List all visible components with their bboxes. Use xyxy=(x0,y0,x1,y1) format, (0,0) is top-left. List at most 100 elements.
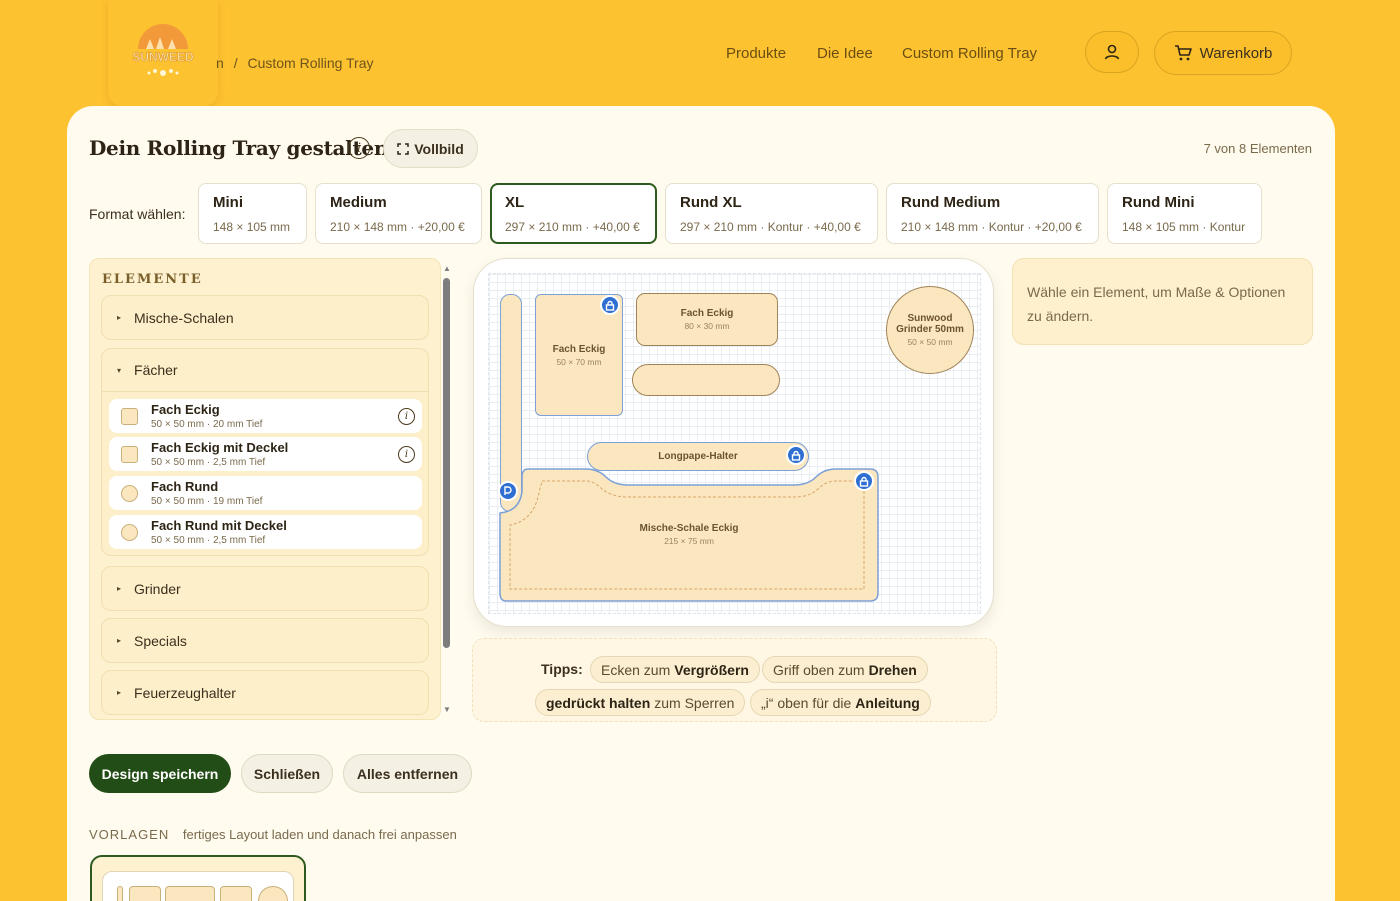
remove-all-button[interactable]: Alles entfernen xyxy=(343,754,472,793)
element-name: Fach Eckig xyxy=(151,402,220,417)
round-shape-icon xyxy=(121,524,138,541)
sunweed-logo[interactable]: SUNWEED xyxy=(108,0,218,106)
tips-label: Tipps: xyxy=(541,661,583,677)
element-label: Longpape-Halter xyxy=(658,451,738,462)
fullscreen-button[interactable]: Vollbild xyxy=(383,129,478,168)
chevron-down-icon: ▾ xyxy=(117,365,122,375)
element-name: Fach Rund mit Deckel xyxy=(151,518,287,533)
tip-lock: gedrückt halten zum Sperren xyxy=(535,689,746,716)
element-detail: 50 × 50 mm · 20 mm Tief xyxy=(151,419,263,430)
info-icon[interactable]: i xyxy=(398,446,415,463)
cart-button[interactable]: Warenkorb xyxy=(1154,31,1292,75)
tip-text: „i“ oben für die xyxy=(761,694,852,711)
template-card[interactable] xyxy=(90,855,306,901)
fullscreen-icon xyxy=(397,142,409,155)
format-detail: 210 × 148 mm · Kontur · +20,00 € xyxy=(901,220,1082,234)
canvas-element-bar[interactable] xyxy=(632,364,780,396)
chevron-right-icon: ▸ xyxy=(117,313,122,322)
save-design-button[interactable]: Design speichern xyxy=(89,754,231,793)
lock-icon[interactable] xyxy=(786,445,806,465)
logo-graphic: SUNWEED xyxy=(132,24,194,76)
close-button[interactable]: Schließen xyxy=(241,754,333,793)
group-label: Fächer xyxy=(134,362,178,378)
template-shape xyxy=(220,886,252,901)
element-detail: 50 × 50 mm · 2,5 mm Tief xyxy=(151,457,266,468)
scroll-down-icon[interactable]: ▼ xyxy=(443,705,451,714)
element-item-fach-eckig[interactable]: Fach Eckig 50 × 50 mm · 20 mm Tief i xyxy=(109,399,422,433)
breadcrumb-separator: / xyxy=(233,55,238,71)
nav-custom-rolling-tray[interactable]: Custom Rolling Tray xyxy=(902,45,1037,62)
lock-icon[interactable] xyxy=(854,471,874,491)
format-option-rund-medium[interactable]: Rund Medium 210 × 148 mm · Kontur · +20,… xyxy=(886,183,1099,244)
lock-icon[interactable] xyxy=(600,295,620,315)
tip-text: Ecken zum xyxy=(601,661,671,678)
format-detail: 297 × 210 mm · Kontur · +40,00 € xyxy=(680,220,861,234)
group-mische-schalen[interactable]: ▸ Mische-Schalen xyxy=(101,295,429,340)
breadcrumb-prev[interactable]: n xyxy=(216,55,224,71)
tray-canvas[interactable]: Fach Eckig 50 × 70 mm Fach Eckig 80 × 30… xyxy=(473,258,994,627)
format-name: XL xyxy=(505,194,525,211)
element-dimensions: 50 × 70 mm xyxy=(556,356,602,367)
round-shape-icon xyxy=(121,485,138,502)
scroll-up-icon[interactable]: ▲ xyxy=(443,264,451,273)
templates-description: fertiges Layout laden und danach frei an… xyxy=(182,827,457,842)
canvas-element-fach-eckig-80x30[interactable]: Fach Eckig 80 × 30 mm xyxy=(636,293,778,346)
format-detail: 148 × 105 mm xyxy=(213,220,291,234)
template-shape xyxy=(258,886,288,901)
format-option-rund-xl[interactable]: Rund XL 297 × 210 mm · Kontur · +40,00 € xyxy=(665,183,878,244)
nav-die-idee[interactable]: Die Idee xyxy=(817,45,873,62)
mische-schale-text: Mische-Schale Eckig 215 × 75 mm xyxy=(614,523,764,546)
info-icon[interactable]: i xyxy=(398,408,415,425)
template-shape xyxy=(117,886,123,901)
element-label: Fach Eckig xyxy=(680,308,734,319)
nav-produkte[interactable]: Produkte xyxy=(726,45,786,62)
template-shape xyxy=(165,886,215,901)
tips-box: Tipps: Ecken zum Vergrößern Griff oben zu… xyxy=(472,638,997,722)
cart-icon xyxy=(1174,45,1192,61)
chevron-right-icon: ▸ xyxy=(117,636,122,645)
element-item-fach-eckig-mit-deckel[interactable]: Fach Eckig mit Deckel 50 × 50 mm · 2,5 m… xyxy=(109,437,422,471)
group-grinder[interactable]: ▸ Grinder xyxy=(101,566,429,611)
element-name: Fach Rund xyxy=(151,479,219,494)
group-label: Grinder xyxy=(134,580,181,597)
format-detail: 297 × 210 mm · +40,00 € xyxy=(505,220,640,234)
elements-panel-title: ELEMENTE xyxy=(102,272,203,287)
elements-panel: ELEMENTE ▸ Mische-Schalen ▾ Fächer Fach Ec… xyxy=(89,258,441,720)
group-feuerzeughalter[interactable]: ▸ Feuerzeughalter xyxy=(101,670,429,715)
element-name: Fach Eckig mit Deckel xyxy=(151,440,289,455)
chevron-right-icon: ▸ xyxy=(117,584,122,593)
cart-label: Warenkorb xyxy=(1199,44,1273,62)
element-label: Mische-Schale Eckig xyxy=(639,523,739,534)
group-faecher: ▾ Fächer Fach Eckig 50 × 50 mm · 20 mm Ti… xyxy=(101,348,429,556)
format-detail: 148 × 105 mm · Kontur xyxy=(1122,220,1246,234)
tip-bold: Drehen xyxy=(868,661,917,678)
element-detail: 50 × 50 mm · 19 mm Tief xyxy=(151,496,263,507)
tip-text: Griff oben zum xyxy=(773,661,865,678)
group-faecher-toggle[interactable]: ▾ Fächer xyxy=(102,349,428,392)
canvas-element-grinder[interactable]: Sunwood Grinder 50mm 50 × 50 mm xyxy=(886,286,974,374)
element-dimensions: 50 × 50 mm xyxy=(907,337,953,347)
selection-hint: Wähle ein Element, um Maße & Optionen zu… xyxy=(1012,258,1313,345)
template-shape xyxy=(129,886,161,901)
tip-resize: Ecken zum Vergrößern xyxy=(590,656,760,683)
element-item-fach-rund[interactable]: Fach Rund 50 × 50 mm · 19 mm Tief xyxy=(109,476,422,510)
breadcrumb: n / Custom Rolling Tray xyxy=(216,55,380,71)
format-label: Format wählen: xyxy=(89,206,186,222)
format-option-mini[interactable]: Mini 148 × 105 mm xyxy=(198,183,307,244)
element-item-fach-rund-mit-deckel[interactable]: Fach Rund mit Deckel 50 × 50 mm · 2,5 mm… xyxy=(109,515,422,549)
element-dimensions: 215 × 75 mm xyxy=(664,536,714,546)
format-option-xl[interactable]: XL 297 × 210 mm · +40,00 € xyxy=(490,183,657,244)
group-specials[interactable]: ▸ Specials xyxy=(101,618,429,663)
square-shape-icon xyxy=(121,446,138,463)
tip-guide: „i“ oben für die Anleitung xyxy=(750,689,931,716)
account-button[interactable] xyxy=(1085,31,1139,73)
format-name: Rund Medium xyxy=(901,194,1001,211)
element-label: Fach Eckig xyxy=(552,343,606,355)
info-icon[interactable]: i xyxy=(348,137,370,159)
format-option-medium[interactable]: Medium 210 × 148 mm · +20,00 € xyxy=(315,183,482,244)
tip-bold: gedrückt halten xyxy=(546,694,651,711)
format-option-rund-mini[interactable]: Rund Mini 148 × 105 mm · Kontur xyxy=(1107,183,1262,244)
user-icon xyxy=(1104,44,1120,60)
group-label: Feuerzeughalter xyxy=(134,684,236,701)
scrollbar-thumb[interactable] xyxy=(443,278,450,648)
